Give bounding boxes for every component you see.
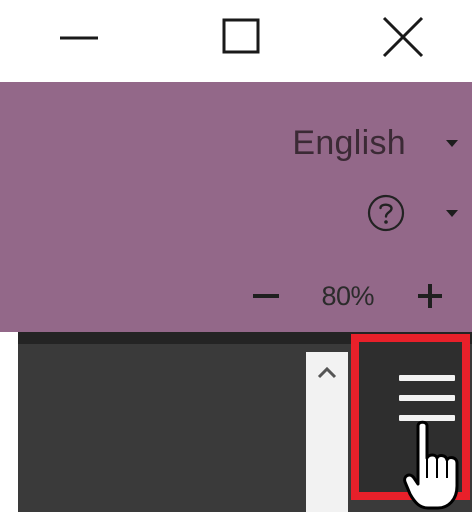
close-icon <box>382 16 424 58</box>
window-titlebar <box>0 0 472 82</box>
help-menu[interactable] <box>366 188 458 238</box>
minus-icon[interactable] <box>253 294 280 298</box>
vertical-scrollbar[interactable] <box>306 352 348 512</box>
close-button[interactable] <box>340 0 450 82</box>
maximize-button[interactable] <box>184 0 294 82</box>
zoom-level: 80% <box>321 280 374 311</box>
plus-icon[interactable] <box>418 284 442 308</box>
chevron-up-icon <box>317 366 337 379</box>
maximize-icon <box>222 18 260 54</box>
caret-down-icon <box>446 139 458 147</box>
scroll-up-button[interactable] <box>306 352 348 392</box>
zoom-control: 80% <box>253 276 442 316</box>
help-circle-icon <box>367 194 405 232</box>
minimize-icon <box>60 36 98 40</box>
hamburger-menu-icon <box>399 375 455 431</box>
settings-header: English 80% <box>0 82 472 332</box>
hamburger-menu-button[interactable] <box>351 334 470 500</box>
minimize-button[interactable] <box>22 0 132 82</box>
language-label: English <box>292 123 406 162</box>
language-selector[interactable]: English <box>292 118 458 168</box>
caret-down-icon <box>446 209 458 217</box>
